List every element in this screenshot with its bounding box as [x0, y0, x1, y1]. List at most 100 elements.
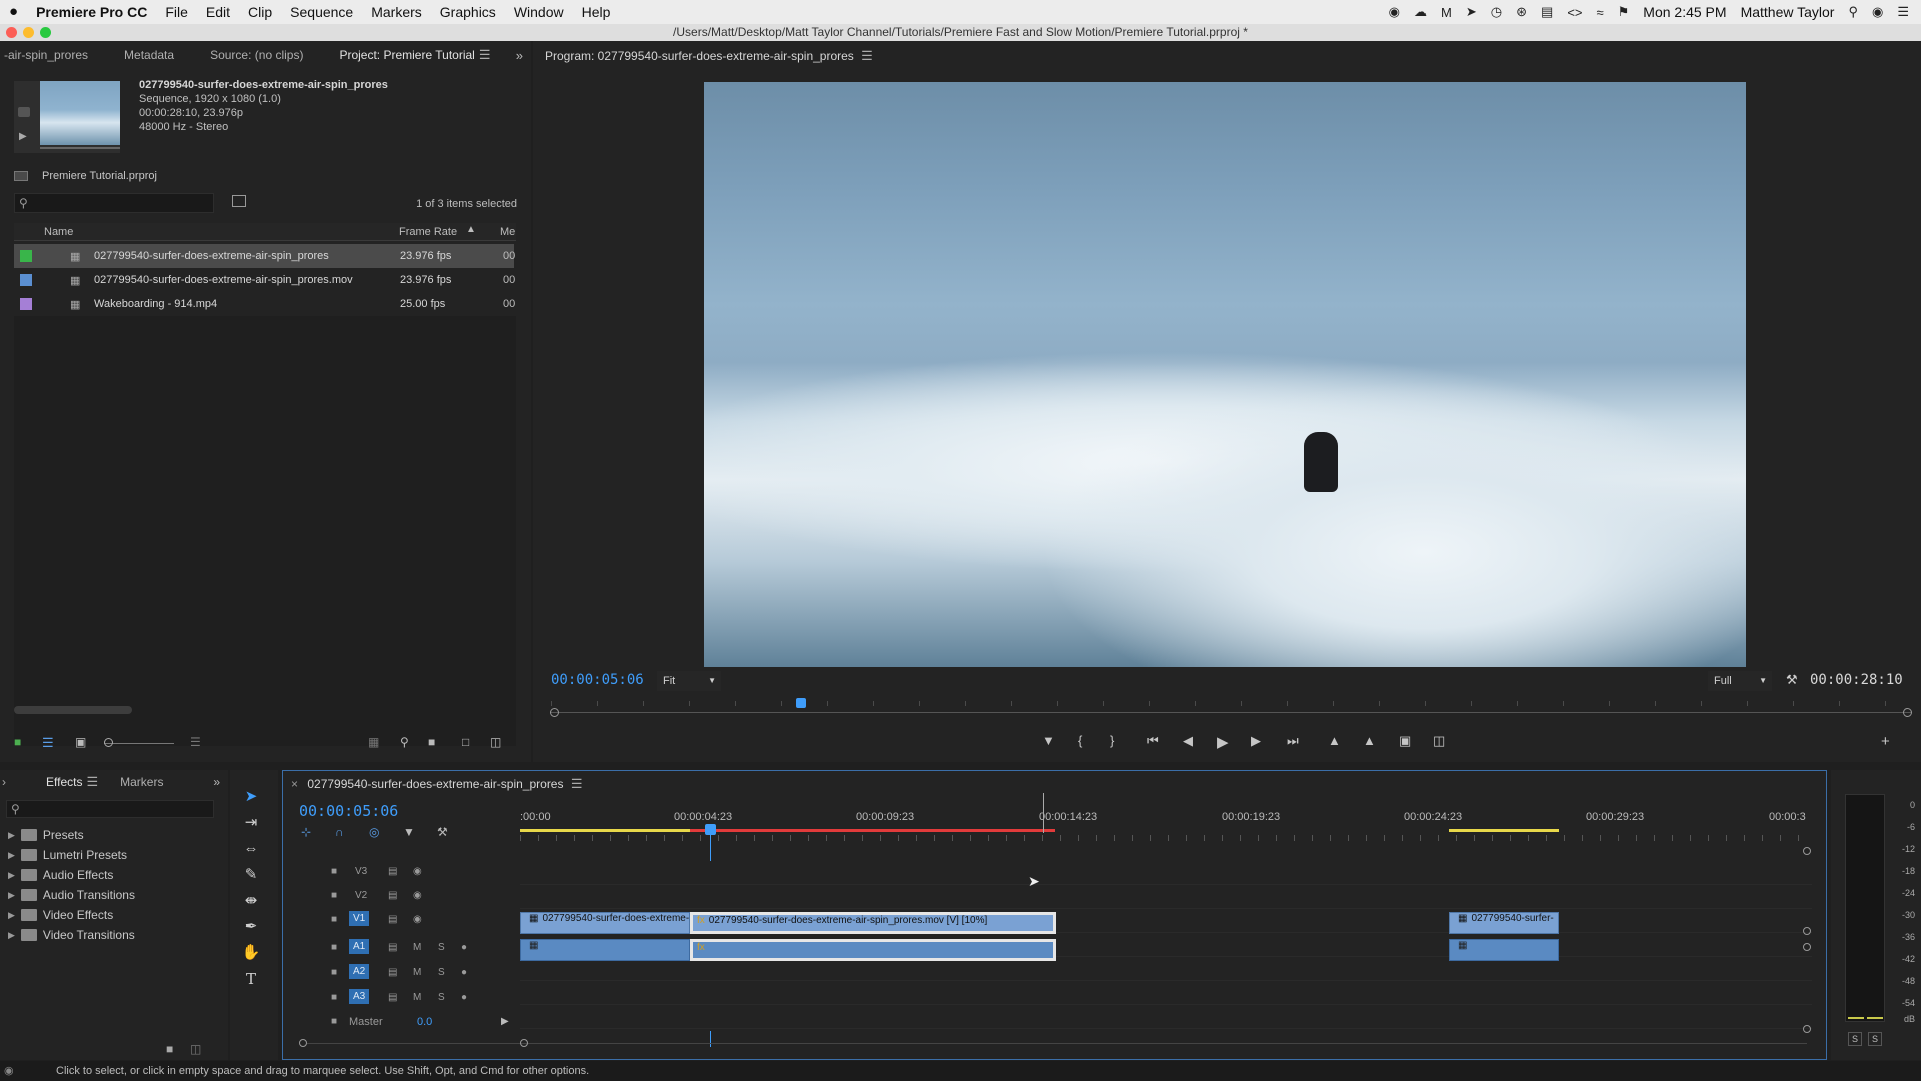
extract-icon[interactable]: ▲ — [1363, 733, 1376, 748]
panel-overflow-icon[interactable]: » — [516, 48, 523, 63]
razor-tool-icon[interactable]: ✎ — [240, 864, 262, 886]
solo-left-button[interactable]: S — [1848, 1032, 1863, 1046]
timeline-timecode[interactable]: 00:00:05:06 — [299, 802, 398, 820]
column-frame-rate[interactable]: Frame Rate — [399, 226, 457, 238]
effects-folder-video-transitions[interactable]: ▶ Video Transitions — [8, 928, 135, 942]
zoom-slider[interactable] — [104, 743, 174, 744]
creative-cloud-icon[interactable]: ☁ — [1414, 4, 1427, 20]
project-item[interactable]: ▦ Wakeboarding - 914.mp4 25.00 fps 00 — [14, 292, 515, 316]
scroll-handle-left[interactable] — [299, 1039, 307, 1047]
menu-clip[interactable]: Clip — [239, 0, 281, 24]
lift-icon[interactable]: ▲ — [1328, 733, 1341, 748]
bluetooth-icon[interactable]: ⊛ — [1516, 4, 1527, 20]
siri-icon[interactable]: ◉ — [1872, 4, 1883, 20]
clock[interactable]: Mon 2:45 PM — [1643, 4, 1726, 20]
list-view-icon[interactable]: ☰ — [42, 735, 54, 751]
sort-ascending-icon[interactable]: ▲ — [466, 224, 476, 235]
menu-file[interactable]: File — [156, 0, 197, 24]
step-forward-icon[interactable]: ▶ — [1251, 733, 1261, 749]
automate-to-sequence-icon[interactable]: ▦ — [368, 735, 379, 749]
sync-lock-icon[interactable]: ▤ — [388, 942, 397, 953]
microphone-icon[interactable]: ● — [461, 967, 467, 978]
track-header-v3[interactable]: ■ V3 ▤ ◉ — [283, 861, 518, 885]
lock-icon[interactable]: ■ — [331, 866, 337, 877]
solo-button[interactable]: S — [438, 992, 445, 1003]
track-header-v2[interactable]: ■ V2 ▤ ◉ — [283, 885, 518, 909]
project-item[interactable]: ▦ 027799540-surfer-does-extreme-air-spin… — [14, 268, 515, 292]
track-header-a1[interactable]: ■ A1 ▤ M S ● — [283, 937, 518, 961]
scroll-handle[interactable] — [1803, 943, 1811, 951]
add-marker-icon[interactable]: ▼ — [1042, 733, 1055, 748]
column-name[interactable]: Name — [44, 226, 73, 238]
horizontal-scrollbar[interactable] — [14, 706, 132, 714]
play-icon[interactable]: ▶ — [1217, 733, 1229, 751]
delete-icon[interactable]: ◫ — [190, 1042, 201, 1056]
project-list-area[interactable] — [14, 316, 516, 746]
zoom-slider-handle[interactable] — [104, 738, 113, 747]
snap-magnet-icon[interactable]: ∩ — [335, 825, 344, 839]
tab-markers[interactable]: Markers — [110, 768, 173, 796]
linked-selection-icon[interactable]: ◎ — [369, 825, 379, 839]
lock-icon[interactable]: ■ — [331, 942, 337, 953]
sync-lock-icon[interactable]: ▤ — [388, 914, 397, 925]
panel-menu-icon[interactable]: ☰ — [571, 776, 583, 791]
audio-clip[interactable]: ▦ — [520, 939, 690, 961]
timeline-settings-wrench-icon[interactable]: ⚒ — [437, 825, 448, 839]
track-select-tool-icon[interactable]: ⇥ — [240, 812, 262, 834]
effects-folder-audio-effects[interactable]: ▶ Audio Effects — [8, 868, 113, 882]
scrub-start-handle[interactable] — [550, 708, 559, 717]
step-back-icon[interactable]: ◀ — [1183, 733, 1193, 749]
menu-markers[interactable]: Markers — [362, 0, 431, 24]
eye-icon[interactable]: ◉ — [413, 914, 422, 925]
solo-right-button[interactable]: S — [1868, 1032, 1883, 1046]
video-clip[interactable]: ▦ 027799540-surfer-does-extreme- — [520, 912, 690, 934]
rocket-icon[interactable]: ➤ — [1466, 4, 1477, 20]
panel-menu-icon[interactable]: ☰ — [861, 48, 873, 63]
program-timecode[interactable]: 00:00:05:06 — [551, 672, 644, 688]
effects-search-input[interactable]: ⚲ — [6, 800, 214, 818]
preview-scrubber[interactable] — [40, 147, 120, 149]
icon-view-icon[interactable]: ▣ — [75, 735, 86, 749]
menu-sequence[interactable]: Sequence — [281, 0, 362, 24]
panel-menu-icon[interactable]: ☰ — [86, 774, 98, 789]
hand-tool-icon[interactable]: ✋ — [240, 942, 262, 964]
lock-icon[interactable]: ■ — [331, 992, 337, 1003]
trash-icon[interactable]: ◫ — [490, 735, 501, 749]
panel-overflow-icon[interactable]: » — [213, 775, 220, 789]
scroll-handle[interactable] — [1803, 847, 1811, 855]
find-icon[interactable]: ⚲ — [400, 735, 409, 749]
label-color-swatch[interactable] — [20, 298, 32, 310]
pen-tool-icon[interactable]: ✒ — [240, 916, 262, 938]
eye-icon[interactable]: ◉ — [413, 866, 422, 877]
play-preview-button[interactable]: ▶ — [19, 131, 27, 142]
mute-button[interactable]: M — [413, 992, 421, 1003]
comparison-view-icon[interactable]: ◫ — [1433, 733, 1445, 749]
sort-icons-icon[interactable]: ☰ — [190, 735, 201, 749]
master-volume-value[interactable]: 0.0 — [417, 1016, 432, 1028]
sync-lock-icon[interactable]: ▤ — [388, 992, 397, 1003]
scroll-handle[interactable] — [1803, 1025, 1811, 1033]
effects-folder-video-effects[interactable]: ▶ Video Effects — [8, 908, 113, 922]
video-clip[interactable]: ▦ 027799540-surfer- — [1449, 912, 1559, 934]
track-header-a3[interactable]: ■ A3 ▤ M S ● — [283, 987, 518, 1011]
audio-clip[interactable]: fx — [690, 939, 1056, 961]
lock-icon[interactable]: ■ — [331, 890, 337, 901]
tab-effects[interactable]: Effects ☰ — [6, 768, 110, 796]
panel-menu-icon[interactable]: ☰ — [479, 47, 491, 62]
go-to-in-icon[interactable]: ⏮ — [1147, 733, 1159, 749]
sync-lock-icon[interactable]: ▤ — [388, 890, 397, 901]
zoom-select[interactable]: Fit ▼ — [657, 671, 721, 691]
tab-metadata[interactable]: Metadata — [106, 41, 192, 69]
app-menu[interactable]: Premiere Pro CC — [27, 0, 156, 24]
scroll-handle[interactable] — [1803, 927, 1811, 935]
go-to-out-icon[interactable]: ▶ — [501, 1016, 509, 1027]
timeline-tab[interactable]: × 027799540-surfer-does-extreme-air-spin… — [291, 776, 582, 792]
track-header-master[interactable]: ■ Master 0.0 ▶ — [283, 1011, 518, 1035]
resolution-select[interactable]: Full ▼ — [1708, 671, 1772, 691]
apple-icon[interactable]: ● — [0, 0, 27, 24]
eye-icon[interactable]: ◉ — [413, 890, 422, 901]
menu-window[interactable]: Window — [505, 0, 573, 24]
tab-source[interactable]: Source: (no clips) — [192, 41, 321, 69]
notification-center-icon[interactable]: ☰ — [1897, 4, 1909, 20]
tab-sequence[interactable]: -air-spin_prores — [0, 41, 106, 69]
